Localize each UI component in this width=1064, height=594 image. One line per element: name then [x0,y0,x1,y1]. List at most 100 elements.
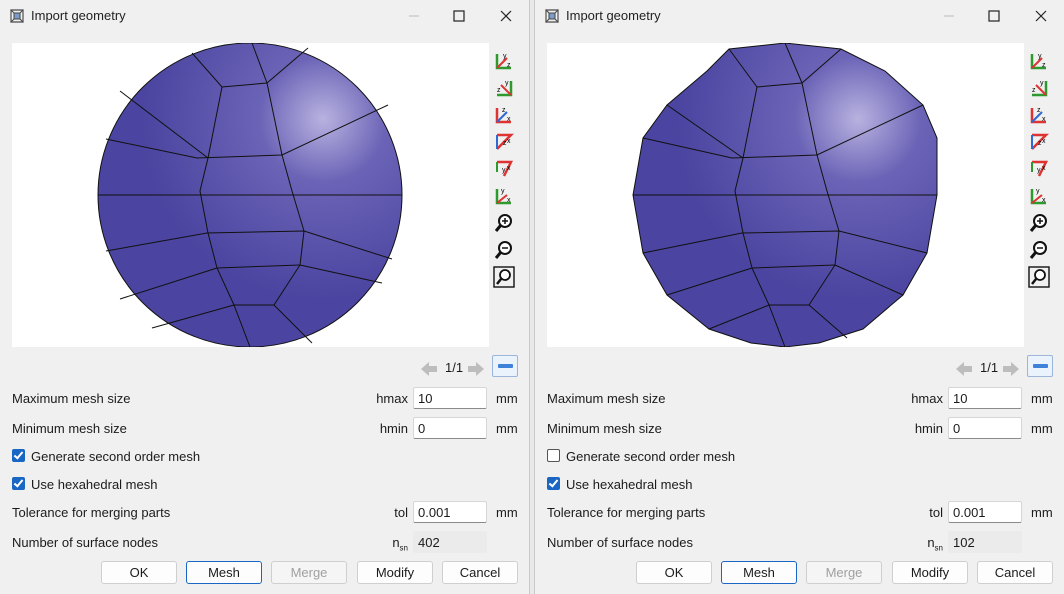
merge-button[interactable]: Merge [271,561,347,584]
tolerance-input[interactable]: 0.001 [948,501,1022,523]
svg-text:x: x [1042,165,1046,172]
close-icon [500,10,512,22]
view-yx-icon[interactable]: yx [1028,158,1050,180]
merge-button[interactable]: Merge [806,561,882,584]
surface-nodes-value: 402 [413,531,487,553]
geometry-viewport[interactable] [547,43,1024,347]
fit-view-icon [1033,364,1048,368]
next-arrow-icon[interactable] [466,359,486,379]
import-geometry-dialog-left: Import geometry y z y z z x z x y x y x … [0,0,530,594]
max-mesh-label: Maximum mesh size [547,391,666,406]
view-zy-icon[interactable]: yz [493,77,515,99]
view-xy-icon[interactable]: yx [1028,185,1050,207]
mesh-button[interactable]: Mesh [721,561,797,584]
tolerance-symbol: tol [929,505,943,520]
svg-text:y: y [505,80,509,87]
svg-text:y: y [1037,167,1041,174]
max-mesh-unit: mm [496,391,518,406]
title-bar[interactable]: Import geometry [535,0,1064,32]
view-yz-icon[interactable]: yz [1028,50,1050,72]
window-title: Import geometry [566,8,661,23]
title-bar[interactable]: Import geometry [0,0,530,32]
second-order-checkbox[interactable] [12,449,25,462]
svg-text:x: x [507,165,511,172]
mesh-button[interactable]: Mesh [186,561,262,584]
view-zx-icon[interactable]: zx [1028,104,1050,126]
svg-text:y: y [1036,188,1040,195]
view-xy-icon[interactable]: yx [493,185,515,207]
tolerance-input[interactable]: 0.001 [413,501,487,523]
svg-text:z: z [1042,62,1046,69]
svg-text:y: y [502,167,506,174]
svg-text:z: z [497,87,501,94]
tolerance-unit: mm [496,505,518,520]
cancel-button[interactable]: Cancel [442,561,518,584]
maximize-icon [988,10,1000,22]
svg-text:z: z [502,107,506,114]
cancel-button[interactable]: Cancel [977,561,1053,584]
max-mesh-symbol: hmax [911,391,943,406]
close-button[interactable] [486,3,526,29]
svg-text:x: x [1042,138,1046,145]
surface-nodes-label: Number of surface nodes [547,535,693,550]
svg-text:z: z [1037,107,1041,114]
page-indicator: 1/1 [445,360,464,375]
previous-arrow-icon[interactable] [419,359,439,379]
hexahedral-label[interactable]: Use hexahedral mesh [566,477,692,492]
second-order-label[interactable]: Generate second order mesh [31,449,200,464]
hexahedral-checkbox[interactable] [12,477,25,490]
zoom-in-icon[interactable] [493,212,515,234]
previous-arrow-icon[interactable] [954,359,974,379]
second-order-checkbox[interactable] [547,449,560,462]
min-mesh-symbol: hmin [379,421,408,436]
view-zx-icon[interactable]: zx [493,104,515,126]
svg-text:x: x [1042,197,1046,204]
view-yz-icon[interactable]: yz [493,50,515,72]
svg-text:z: z [1032,87,1036,94]
svg-text:y: y [1040,80,1044,87]
hexahedral-label[interactable]: Use hexahedral mesh [31,477,157,492]
second-order-label[interactable]: Generate second order mesh [566,449,735,464]
view-xz-icon[interactable]: zx [1028,131,1050,153]
min-mesh-input[interactable]: 0 [413,417,487,439]
zoom-out-icon[interactable] [1028,239,1050,261]
hexahedral-checkbox[interactable] [547,477,560,490]
min-mesh-unit: mm [1031,421,1053,436]
fit-view-button[interactable] [492,355,518,377]
min-mesh-unit: mm [496,421,518,436]
fit-view-button[interactable] [1027,355,1053,377]
minimize-button[interactable] [929,3,969,29]
next-arrow-icon[interactable] [1001,359,1021,379]
zoom-fit-icon[interactable] [493,266,515,288]
svg-text:z: z [507,62,511,69]
maximize-button[interactable] [439,3,479,29]
mesh-polyhedron [632,43,938,347]
modify-button[interactable]: Modify [892,561,968,584]
svg-text:x: x [507,138,511,145]
max-mesh-symbol: hmax [376,391,408,406]
geometry-viewport[interactable] [12,43,489,347]
view-zy-icon[interactable]: yz [1028,77,1050,99]
svg-text:y: y [1038,53,1042,60]
maximize-icon [453,10,465,22]
minimize-button[interactable] [394,3,434,29]
max-mesh-input[interactable]: 10 [413,387,487,409]
app-icon [545,9,559,23]
svg-text:x: x [507,116,511,123]
close-button[interactable] [1021,3,1061,29]
max-mesh-input[interactable]: 10 [948,387,1022,409]
zoom-out-icon[interactable] [493,239,515,261]
tolerance-label: Tolerance for merging parts [12,505,171,520]
ok-button[interactable]: OK [101,561,177,584]
modify-button[interactable]: Modify [357,561,433,584]
maximize-button[interactable] [974,3,1014,29]
svg-text:x: x [507,197,511,204]
view-yx-icon[interactable]: yx [493,158,515,180]
zoom-fit-icon[interactable] [1028,266,1050,288]
zoom-in-icon[interactable] [1028,212,1050,234]
min-mesh-input[interactable]: 0 [948,417,1022,439]
max-mesh-label: Maximum mesh size [12,391,131,406]
ok-button[interactable]: OK [636,561,712,584]
tolerance-label: Tolerance for merging parts [547,505,706,520]
view-xz-icon[interactable]: zx [493,131,515,153]
